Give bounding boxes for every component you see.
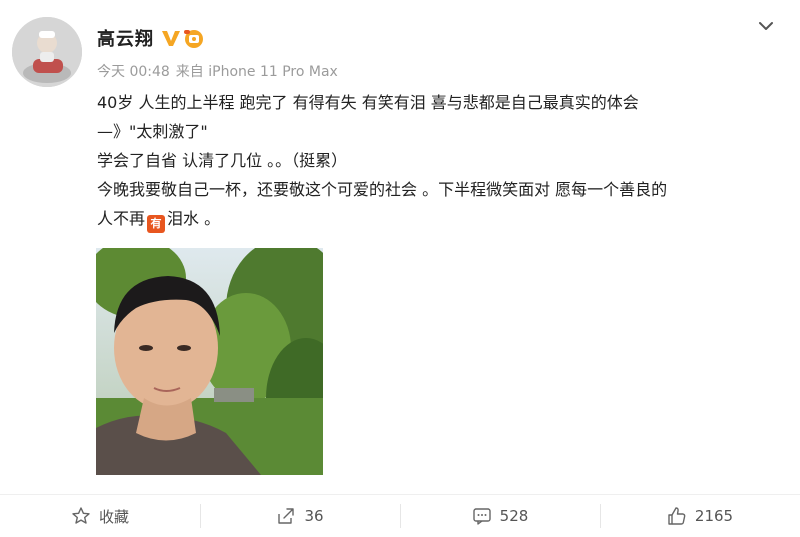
- avatar[interactable]: [12, 17, 82, 87]
- content-line: 学会了自省 认清了几位 。。（挺累）: [97, 151, 348, 170]
- share-icon: [278, 508, 295, 524]
- repost-count: 36: [304, 507, 324, 525]
- content-line: 40岁 人生的上半程 跑完了 有得有失 有笑有泪 喜与悲都是自己最真实的体会: [97, 93, 639, 112]
- like-button[interactable]: 2165: [600, 495, 800, 537]
- vip-verified-icon: [160, 27, 206, 49]
- favorite-label: 收藏: [98, 507, 129, 526]
- content-line: —》"太刺激了": [97, 122, 208, 141]
- post-photo[interactable]: [96, 248, 323, 475]
- comment-button[interactable]: 528: [400, 495, 600, 537]
- content-line: 人不再有泪水 。: [97, 204, 787, 233]
- star-icon: [72, 507, 90, 524]
- post-source: 来自 iPhone 11 Pro Max: [175, 64, 338, 80]
- emoji-icon: 有: [147, 215, 166, 233]
- content-line: 今晚我要敬自己一杯，还要敬这个可爱的社会 。下半程微笑面对 愿每一个善良的: [97, 180, 668, 199]
- thumbs-up-icon: [668, 507, 686, 525]
- like-count: 2165: [694, 507, 734, 525]
- username[interactable]: 高云翔: [97, 25, 154, 51]
- post-meta: 今天 00:48 来自 iPhone 11 Pro Max: [97, 61, 338, 81]
- chevron-down-icon[interactable]: [756, 16, 776, 36]
- comment-count: 528: [499, 507, 529, 525]
- post-content: 40岁 人生的上半程 跑完了 有得有失 有笑有泪 喜与悲都是自己最真实的体会 —…: [97, 88, 787, 233]
- content-text: 人不再: [97, 209, 146, 228]
- action-bar: 收藏 36 528 2165: [0, 494, 800, 537]
- comment-icon: [472, 508, 491, 525]
- repost-button[interactable]: 36: [200, 495, 400, 537]
- timestamp[interactable]: 今天 00:48: [97, 64, 170, 80]
- content-text: 泪水 。: [167, 209, 221, 228]
- favorite-button[interactable]: 收藏: [0, 495, 200, 537]
- weibo-post: 高云翔 今天 00:48 来自 iPhone 11 Pro Max 40岁 人生的…: [0, 0, 800, 536]
